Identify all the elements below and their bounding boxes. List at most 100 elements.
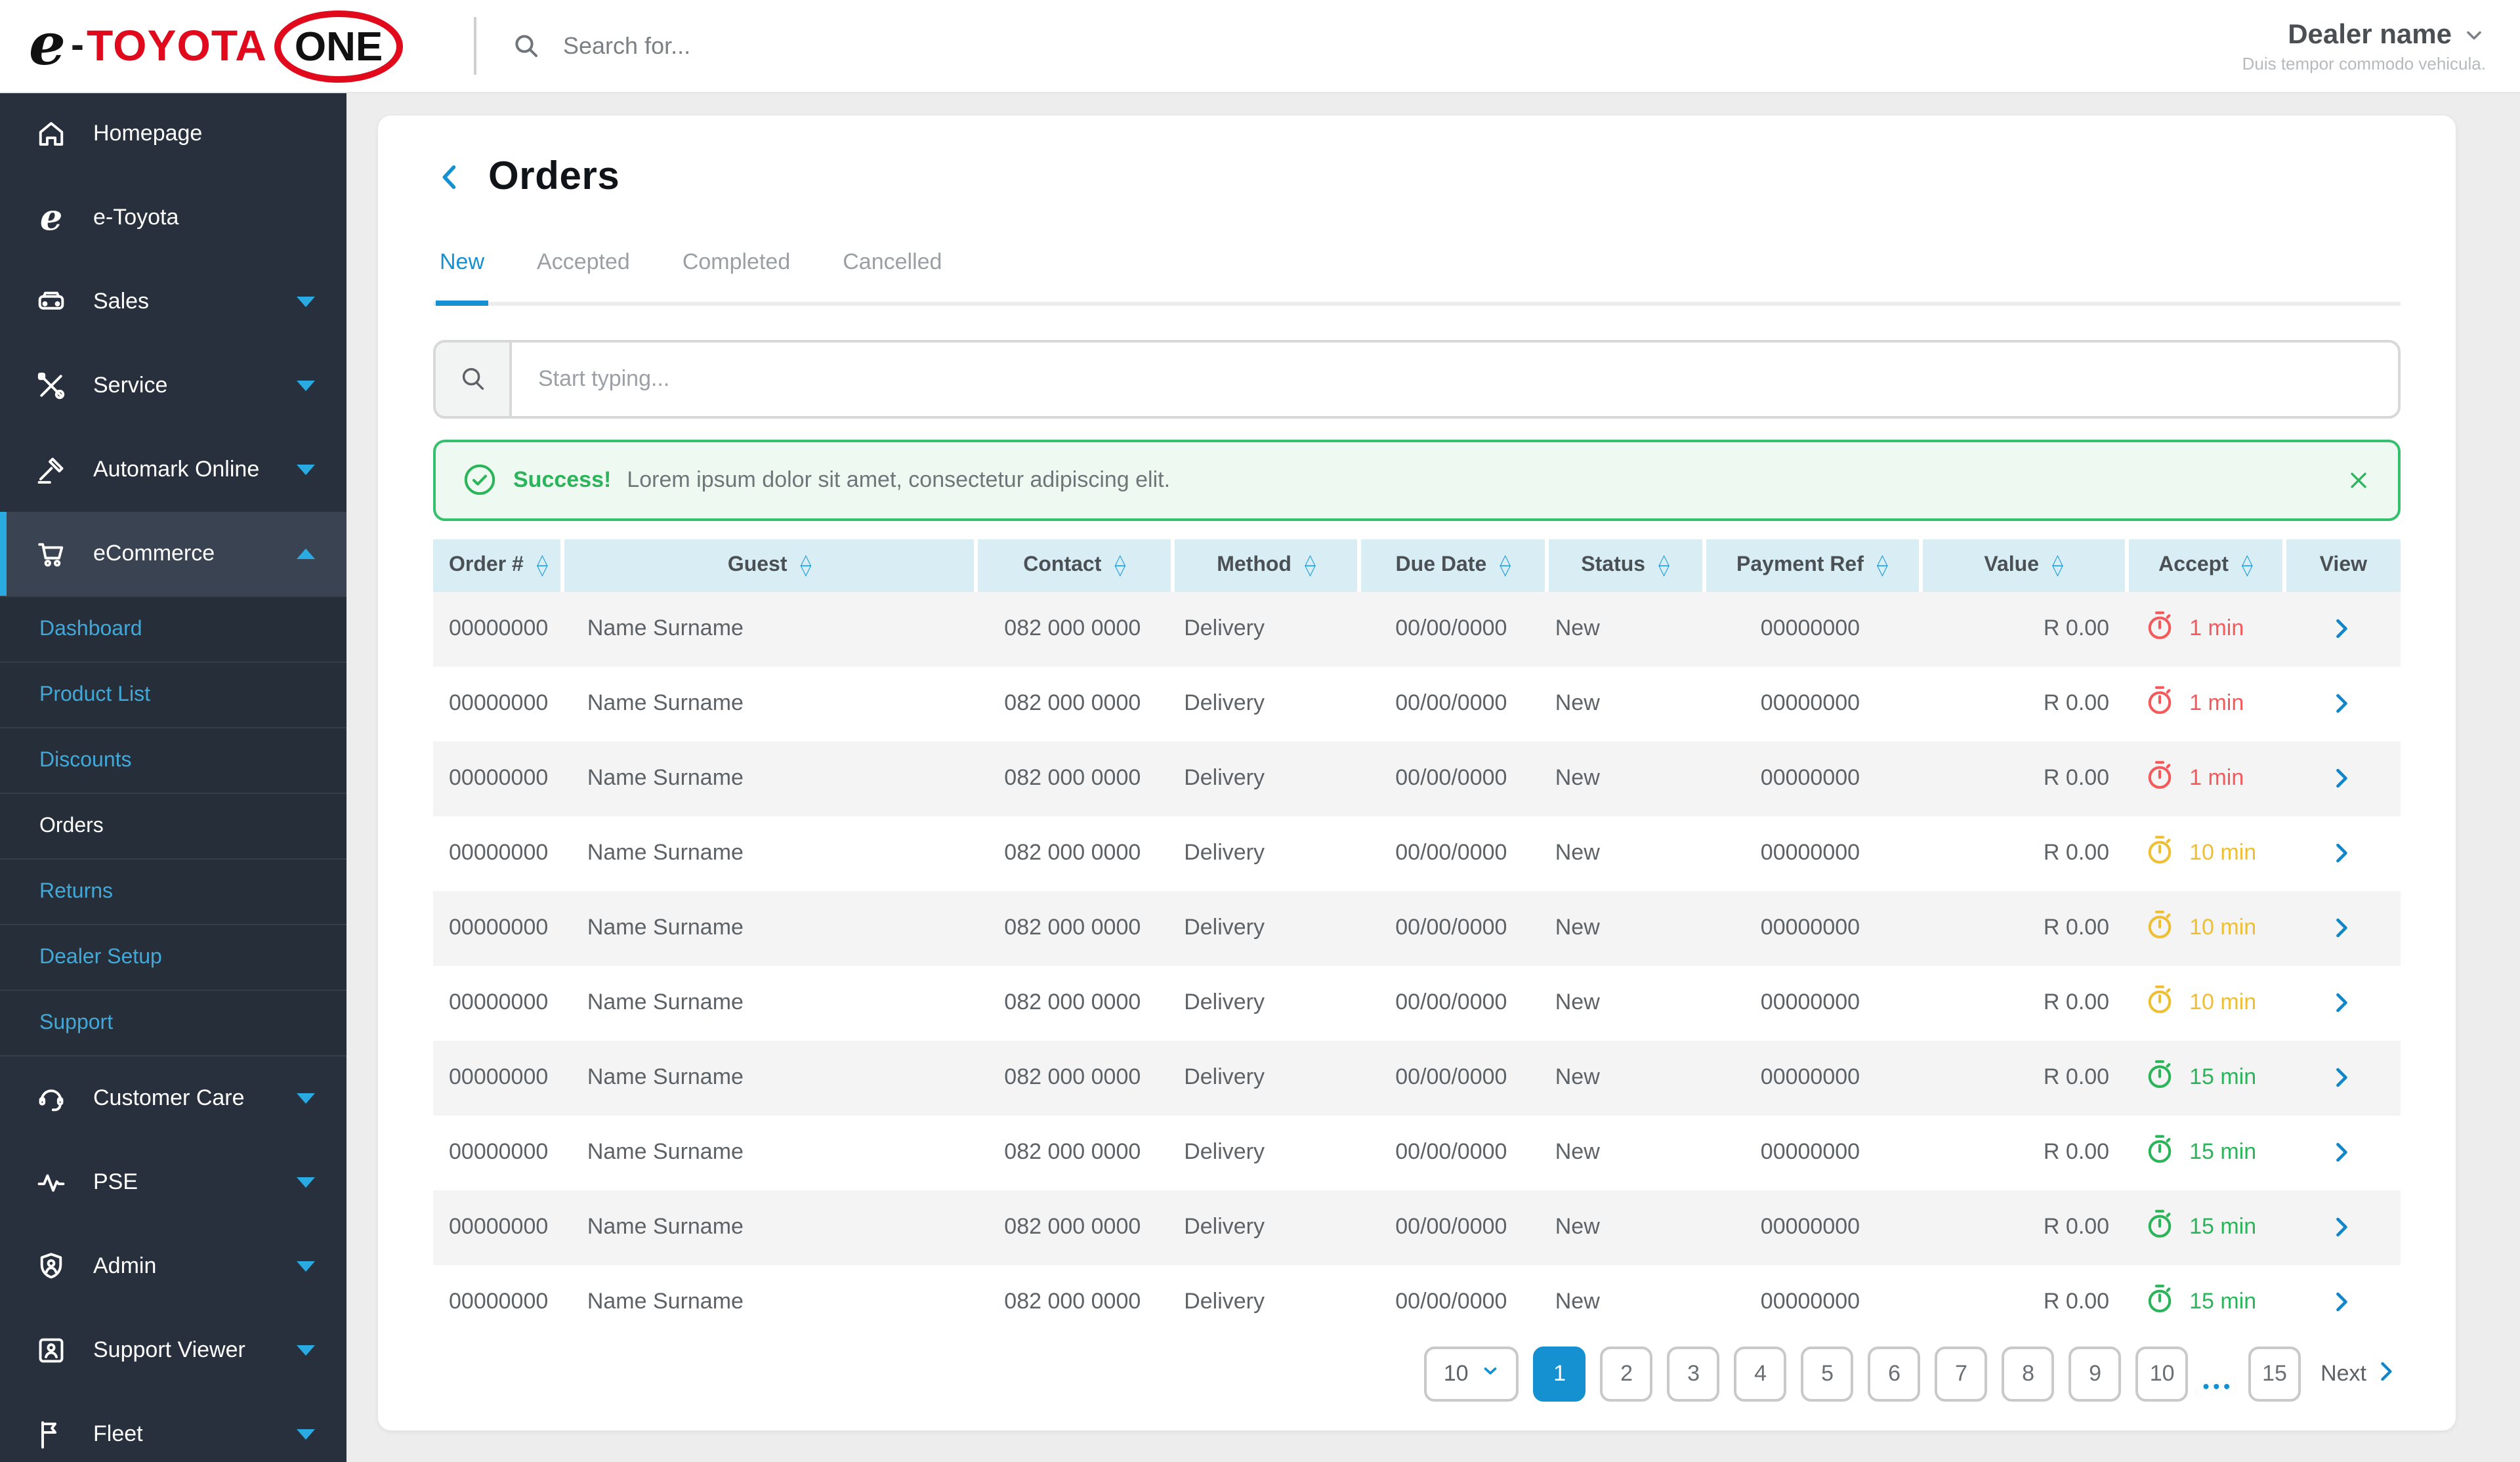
- view-button[interactable]: [2327, 988, 2356, 1017]
- column-header-accept[interactable]: Accept △▽: [2125, 539, 2282, 591]
- view-button[interactable]: [2327, 839, 2356, 867]
- column-label: Accept: [2158, 553, 2229, 577]
- page-button-8[interactable]: 8: [2002, 1347, 2055, 1402]
- cell-due: 00/00/0000: [1358, 1289, 1545, 1315]
- column-header-payref[interactable]: Payment Ref△▽: [1702, 539, 1919, 591]
- cell-due: 00/00/0000: [1358, 690, 1545, 717]
- app-root: e - TOYOTA ONE Dealer name Duis tempor c…: [0, 0, 2520, 1462]
- sidebar-item-customer-care[interactable]: Customer Care: [0, 1056, 346, 1140]
- logo-dash: -: [71, 24, 84, 68]
- next-page-button[interactable]: Next: [2320, 1356, 2401, 1392]
- page-button-1[interactable]: 1: [1534, 1347, 1586, 1402]
- page-button-7[interactable]: 7: [1935, 1347, 1988, 1402]
- sort-icon[interactable]: △▽: [537, 554, 548, 575]
- sidebar-item-admin[interactable]: Admin: [0, 1224, 346, 1308]
- chevron-down-icon: [297, 1177, 315, 1188]
- sidebar-item-label: eCommerce: [93, 541, 272, 567]
- accept-label: 10 min: [2189, 990, 2256, 1016]
- cell-contact: 082 000 0000: [974, 915, 1171, 941]
- tab-completed[interactable]: Completed: [679, 244, 794, 301]
- sort-icon[interactable]: △▽: [1305, 554, 1316, 575]
- next-label: Next: [2320, 1361, 2366, 1387]
- view-button[interactable]: [2327, 1063, 2356, 1092]
- global-search-input[interactable]: [560, 31, 1038, 61]
- accept-timer: 10 min: [2125, 833, 2282, 873]
- sidebar-item-pse[interactable]: PSE: [0, 1140, 346, 1224]
- sort-icon[interactable]: △▽: [1877, 554, 1888, 575]
- sort-icon[interactable]: △▽: [2052, 554, 2063, 575]
- page-button-10[interactable]: 10: [2136, 1347, 2189, 1402]
- column-header-guest[interactable]: Guest△▽: [561, 539, 975, 591]
- close-icon[interactable]: [2345, 467, 2372, 493]
- view-button[interactable]: [2327, 1138, 2356, 1167]
- view-button[interactable]: [2327, 1213, 2356, 1242]
- cell-order: 00000000: [433, 1139, 561, 1165]
- cell-payref: 00000000: [1702, 915, 1919, 941]
- sidebar-item-homepage[interactable]: Homepage: [0, 92, 346, 176]
- column-header-due[interactable]: Due Date△▽: [1358, 539, 1545, 591]
- column-header-method[interactable]: Method△▽: [1171, 539, 1358, 591]
- stopwatch-icon: [2143, 1282, 2176, 1322]
- sidebar-subitem-support[interactable]: Support: [0, 990, 346, 1056]
- column-header-view[interactable]: View: [2282, 539, 2401, 591]
- column-header-value[interactable]: Value△▽: [1918, 539, 2125, 591]
- cell-status: New: [1545, 690, 1702, 717]
- page-button-9[interactable]: 9: [2069, 1347, 2122, 1402]
- cell-status: New: [1545, 1214, 1702, 1240]
- sort-icon[interactable]: △▽: [1658, 554, 1670, 575]
- cell-due: 00/00/0000: [1358, 990, 1545, 1016]
- sidebar-item-service[interactable]: Service: [0, 344, 346, 428]
- sidebar-subitem-orders[interactable]: Orders: [0, 793, 346, 858]
- page-button-2[interactable]: 2: [1601, 1347, 1653, 1402]
- sort-icon[interactable]: △▽: [801, 554, 812, 575]
- view-button[interactable]: [2327, 764, 2356, 793]
- cell-contact: 082 000 0000: [974, 990, 1171, 1016]
- view-cell: [2282, 913, 2401, 942]
- view-button[interactable]: [2327, 913, 2356, 942]
- cell-due: 00/00/0000: [1358, 840, 1545, 866]
- cell-status: New: [1545, 765, 1702, 791]
- cell-method: Delivery: [1171, 990, 1358, 1016]
- sidebar-subitem-product-list[interactable]: Product List: [0, 661, 346, 727]
- sidebar-subitem-discounts[interactable]: Discounts: [0, 727, 346, 793]
- page-button-4[interactable]: 4: [1734, 1347, 1787, 1402]
- page-size-select[interactable]: 10: [1425, 1347, 1519, 1402]
- sidebar-subitem-dashboard[interactable]: Dashboard: [0, 596, 346, 661]
- table-row: 00000000Name Surname082 000 0000Delivery…: [433, 741, 2401, 816]
- tab-cancelled[interactable]: Cancelled: [839, 244, 946, 301]
- sidebar-item-automark-online[interactable]: Automark Online: [0, 428, 346, 512]
- back-button[interactable]: [433, 160, 467, 194]
- sidebar-subitem-dealer-setup[interactable]: Dealer Setup: [0, 924, 346, 990]
- column-header-contact[interactable]: Contact△▽: [974, 539, 1171, 591]
- sort-icon[interactable]: △▽: [2242, 554, 2253, 575]
- table-search-input[interactable]: [512, 342, 2398, 415]
- view-button[interactable]: [2327, 1287, 2356, 1316]
- app-logo[interactable]: e - TOYOTA ONE: [29, 10, 402, 82]
- page-button-15[interactable]: 15: [2248, 1347, 2301, 1402]
- sidebar-item-e-toyota[interactable]: ee-Toyota: [0, 176, 346, 260]
- page-button-5[interactable]: 5: [1801, 1347, 1854, 1402]
- sidebar-item-fleet[interactable]: Fleet: [0, 1392, 346, 1462]
- sidebar-item-support-viewer[interactable]: Support Viewer: [0, 1308, 346, 1392]
- sidebar-item-sales[interactable]: Sales: [0, 260, 346, 344]
- tab-new[interactable]: New: [436, 244, 488, 306]
- cell-contact: 082 000 0000: [974, 1289, 1171, 1315]
- view-button[interactable]: [2327, 614, 2356, 643]
- page-title: Orders: [488, 155, 620, 199]
- cell-status: New: [1545, 840, 1702, 866]
- tab-accepted[interactable]: Accepted: [533, 244, 634, 301]
- dealer-menu[interactable]: Dealer name Duis tempor commodo vehicula…: [2242, 19, 2486, 73]
- sidebar-subitem-returns[interactable]: Returns: [0, 858, 346, 924]
- view-button[interactable]: [2327, 689, 2356, 718]
- cell-status: New: [1545, 990, 1702, 1016]
- view-cell: [2282, 839, 2401, 867]
- accept-label: 10 min: [2189, 840, 2256, 866]
- column-header-status[interactable]: Status△▽: [1545, 539, 1702, 591]
- page-button-6[interactable]: 6: [1868, 1347, 1921, 1402]
- sidebar-item-ecommerce[interactable]: eCommerce: [0, 512, 346, 596]
- page-button-3[interactable]: 3: [1668, 1347, 1720, 1402]
- sort-icon[interactable]: △▽: [1114, 554, 1125, 575]
- shield-user-icon: [34, 1249, 68, 1284]
- column-header-order[interactable]: Order #△▽: [433, 539, 561, 591]
- sort-icon[interactable]: △▽: [1500, 554, 1511, 575]
